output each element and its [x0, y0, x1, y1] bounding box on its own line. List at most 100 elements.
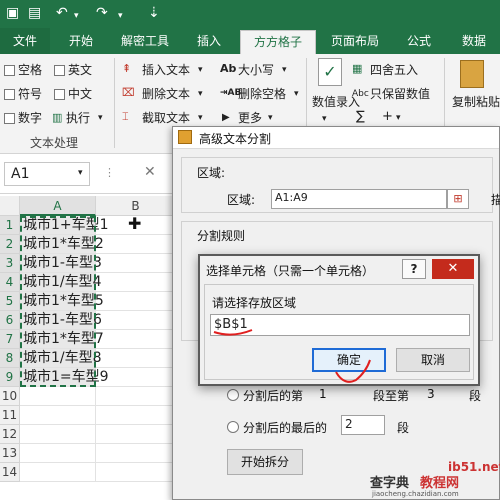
tab-file[interactable]: 文件 [0, 28, 50, 54]
radio-split-last[interactable] [227, 421, 239, 433]
row-header[interactable]: 3 [0, 254, 20, 273]
delete-text-dropdown-icon[interactable]: ▾ [198, 87, 203, 101]
cell-address-input[interactable]: $B$1 [210, 314, 470, 336]
cell-b[interactable] [96, 368, 176, 387]
column-header-a[interactable]: A [20, 196, 96, 216]
cancel-button[interactable]: 取消 [396, 348, 470, 372]
ok-button[interactable]: 确定 [312, 348, 386, 372]
cell-b[interactable] [96, 311, 176, 330]
checkbox-digit[interactable] [4, 113, 15, 124]
cell-b[interactable] [96, 254, 176, 273]
cell-b[interactable] [96, 406, 176, 425]
cell-a[interactable]: 城市1*车型7 [20, 330, 104, 349]
row-header[interactable]: 6 [0, 311, 20, 330]
extract-text-dropdown-icon[interactable]: ▾ [198, 111, 203, 125]
row-header[interactable]: 7 [0, 330, 20, 349]
name-box-dropdown-icon[interactable]: ▾ [78, 168, 83, 178]
cancel-formula-icon[interactable]: ✕ [144, 164, 156, 180]
row-header[interactable]: 14 [0, 463, 20, 482]
cell-a[interactable] [20, 387, 96, 406]
copy-paste-button[interactable]: 复制粘贴 [452, 94, 500, 110]
cell-a[interactable]: 城市1*车型2 [20, 235, 104, 254]
row-header[interactable]: 4 [0, 273, 20, 292]
tab-insert[interactable]: 插入 [184, 28, 234, 54]
customize-toolbar-icon[interactable]: ⇣ [148, 5, 160, 21]
cell-b[interactable] [96, 292, 176, 311]
cell-a[interactable] [20, 406, 96, 425]
delete-spaces-button[interactable]: 删除空格 [238, 86, 286, 102]
row-header[interactable]: 2 [0, 235, 20, 254]
cell-a[interactable]: 城市1-车型3 [20, 254, 102, 273]
nth-to-value[interactable]: 3 [427, 387, 435, 401]
cell-a[interactable]: 城市1+车型1 [20, 216, 109, 235]
case-dropdown-icon[interactable]: ▾ [282, 63, 287, 77]
row-header[interactable]: 5 [0, 292, 20, 311]
more-dropdown-icon[interactable]: ▾ [268, 111, 273, 125]
checkbox-chinese[interactable] [54, 89, 65, 100]
execute-button[interactable]: 执行 [66, 110, 90, 126]
plus-dropdown-icon[interactable]: ▾ [396, 111, 401, 125]
checkbox-space[interactable] [4, 65, 15, 76]
extract-text-button[interactable]: 截取文本 [142, 110, 190, 126]
insert-text-dropdown-icon[interactable]: ▾ [198, 63, 203, 77]
plus-icon[interactable]: + [382, 110, 393, 124]
cell-b[interactable] [96, 425, 176, 444]
cell-a[interactable]: 城市1-车型6 [20, 311, 102, 330]
checkbox-english[interactable] [54, 65, 65, 76]
row-header[interactable]: 1 [0, 216, 20, 235]
cell-b[interactable] [96, 463, 176, 482]
cell-b[interactable] [96, 330, 176, 349]
row-header[interactable]: 13 [0, 444, 20, 463]
cell-b[interactable] [96, 235, 176, 254]
keep-values-button[interactable]: 只保留数值 [370, 86, 430, 102]
cell-a[interactable] [20, 463, 96, 482]
delete-spaces-dropdown-icon[interactable]: ▾ [294, 87, 299, 101]
close-icon[interactable]: ✕ [432, 259, 474, 279]
round-button[interactable]: 四舍五入 [370, 62, 418, 78]
row-header[interactable]: 9 [0, 368, 20, 387]
tab-page-layout[interactable]: 页面布局 [322, 28, 388, 54]
redo-icon[interactable]: ↷ [96, 5, 108, 21]
insert-text-button[interactable]: 插入文本 [142, 62, 190, 78]
row-header[interactable]: 12 [0, 425, 20, 444]
cell-b[interactable] [96, 349, 176, 368]
row-header[interactable]: 10 [0, 387, 20, 406]
undo-icon[interactable]: ↶ [56, 5, 68, 21]
redo-dropdown-icon[interactable]: ▾ [118, 8, 123, 24]
region-input[interactable]: A1:A9 [271, 189, 447, 209]
last-n-input[interactable]: 2 [341, 415, 385, 435]
more-button[interactable]: 更多 [238, 110, 262, 126]
tab-fangfang-gezi[interactable]: 方方格子 [240, 30, 316, 54]
numeric-entry-dropdown-icon[interactable]: ▾ [322, 112, 327, 126]
cell-b[interactable] [96, 387, 176, 406]
cell-a[interactable]: 城市1=车型9 [20, 368, 109, 387]
sigma-icon[interactable]: ∑ [356, 110, 365, 124]
cell-a[interactable] [20, 425, 96, 444]
help-button[interactable]: ? [402, 259, 426, 279]
cell-b[interactable] [96, 444, 176, 463]
nth-from-value[interactable]: 1 [319, 387, 327, 401]
cell-a[interactable] [20, 444, 96, 463]
tab-home[interactable]: 开始 [56, 28, 106, 54]
cell-b[interactable] [96, 273, 176, 292]
execute-dropdown-icon[interactable]: ▾ [98, 111, 103, 125]
delete-text-button[interactable]: 删除文本 [142, 86, 190, 102]
range-picker-icon[interactable]: ⊞ [447, 189, 469, 209]
select-all-corner[interactable] [0, 196, 20, 216]
tab-decrypt-tools[interactable]: 解密工具 [112, 28, 178, 54]
row-header[interactable]: 8 [0, 349, 20, 368]
tab-formulas[interactable]: 公式 [394, 28, 444, 54]
column-header-b[interactable]: B [96, 196, 176, 216]
cell-a[interactable]: 城市1/车型8 [20, 349, 102, 368]
start-split-button[interactable]: 开始拆分 [227, 449, 303, 475]
cell-a[interactable]: 城市1*车型5 [20, 292, 104, 311]
save-icon[interactable]: ▤ [28, 5, 41, 21]
undo-dropdown-icon[interactable]: ▾ [74, 8, 79, 24]
worksheet-grid[interactable]: A B 1 城市1+车型1 2 城市1*车型2 3 城市1-车型3 4 城市1/车型4 5 城市1… [0, 196, 176, 500]
checkbox-symbol[interactable] [4, 89, 15, 100]
row-header[interactable]: 11 [0, 406, 20, 425]
radio-split-nth[interactable] [227, 389, 239, 401]
cell-a[interactable]: 城市1/车型4 [20, 273, 102, 292]
tab-data[interactable]: 数据 [448, 28, 500, 54]
case-button[interactable]: 大小写 [238, 62, 274, 78]
